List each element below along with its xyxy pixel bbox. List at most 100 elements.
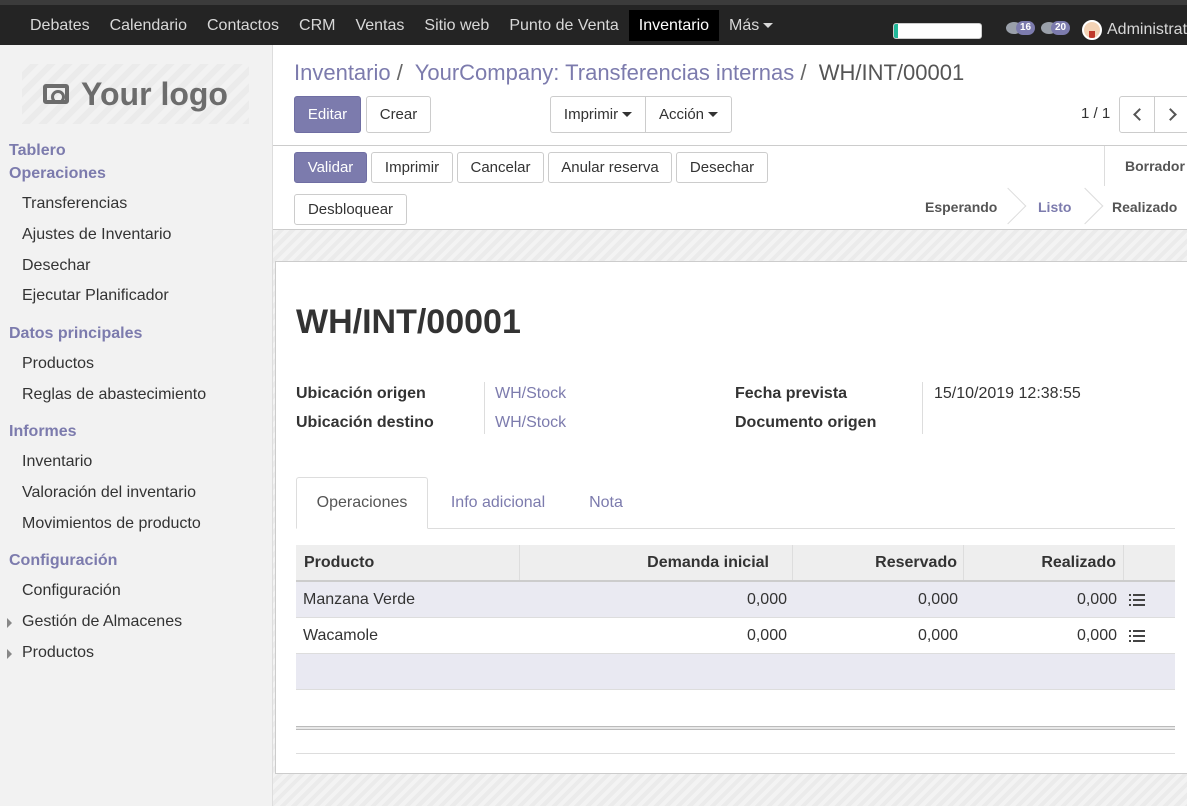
sidebar-item-configuracion[interactable]: Configuración [22,582,121,600]
row-done: 0,000 [1076,626,1117,644]
edit-button[interactable]: Editar [294,96,361,133]
field-divider [922,382,923,434]
sidebar-item-transferencias[interactable]: Transferencias [22,195,127,213]
pager-value[interactable]: 1 / 1 [1081,105,1110,122]
form-sheet: WH/INT/00001 Ubicación origen WH/Stock U… [275,261,1187,774]
print-dropdown-label: Imprimir [563,106,619,123]
stage-realizado[interactable]: Realizado [1112,199,1177,215]
sidebar-item-config-productos[interactable]: Productos [22,644,94,662]
chevron-right-icon [1163,108,1177,121]
sidebar-item-productos[interactable]: Productos [22,355,94,373]
divider [1104,146,1105,186]
tab-operaciones[interactable]: Operaciones [296,477,428,529]
dest-location-label: Ubicación destino [296,414,434,431]
sidebar-section-operaciones: Operaciones [9,165,106,182]
list-details-icon[interactable] [1129,630,1145,642]
breadcrumb-transferencias-internas[interactable]: YourCompany: Transferencias internas [415,60,795,85]
source-location-field[interactable]: WH/Stock [495,385,566,403]
sidebar-section-informes: Informes [9,423,77,440]
caret-down-icon [708,112,719,117]
source-location-label: Ubicación origen [296,385,426,402]
table-row[interactable]: Manzana Verde 0,000 0,000 0,000 [296,582,1175,618]
column-header-realizado[interactable]: Realizado [964,545,1124,580]
sidebar-item-movimientos[interactable]: Movimientos de producto [22,515,201,533]
messages-button[interactable]: 20 [1041,21,1071,35]
avatar[interactable] [1082,20,1102,40]
unlock-button[interactable]: Desbloquear [294,194,407,225]
messages-count: 20 [1051,21,1071,35]
scrap-button[interactable]: Desechar [676,152,768,183]
menu-inventario[interactable]: Inventario [628,10,720,41]
list-details-icon[interactable] [1129,594,1145,606]
menu-contactos[interactable]: Contactos [197,10,289,41]
empty-row [296,654,1175,690]
stage-esperando[interactable]: Esperando [925,199,997,215]
print-button[interactable]: Imprimir [371,152,453,183]
stage-listo[interactable]: Listo [1038,199,1071,215]
row-demand: 0,000 [746,590,787,608]
breadcrumb-current: WH/INT/00001 [818,60,965,85]
company-logo[interactable]: Your logo [22,64,249,124]
column-header-reservado[interactable]: Reservado [793,545,964,580]
menu-mas[interactable]: Más [719,10,783,41]
breadcrumb-inventario[interactable]: Inventario [294,60,391,85]
sidebar-item-gestion-almacenes[interactable]: Gestión de Almacenes [22,613,182,631]
sidebar-item-tablero[interactable]: Tablero [9,142,66,160]
sidebar-item-valoracion[interactable]: Valoración del inventario [22,484,196,502]
row-done: 0,000 [1076,590,1117,608]
caret-right-icon [7,649,12,659]
field-divider [484,382,485,434]
menu-punto-de-venta[interactable]: Punto de Venta [499,10,628,41]
caret-right-icon [7,618,12,628]
activities-count: 16 [1016,21,1036,35]
form-statusbar: Validar Imprimir Cancelar Anular reserva… [273,146,1187,230]
dest-location-field[interactable]: WH/Stock [495,414,566,432]
print-dropdown[interactable]: Imprimir [550,96,646,133]
row-demand: 0,000 [746,626,787,644]
camera-icon [43,84,70,104]
menu-sitio-web[interactable]: Sitio web [414,10,499,41]
table-footer [296,726,1175,730]
activities-button[interactable]: 16 [1006,21,1036,35]
user-menu[interactable]: Administrat [1107,21,1187,39]
row-product: Wacamole [303,626,378,644]
create-button[interactable]: Crear [366,96,431,133]
caret-down-icon [763,23,774,28]
validate-button[interactable]: Validar [294,152,367,183]
menu-debates[interactable]: Debates [20,10,100,41]
notebook-tabs: Operaciones Info adicional Nota [296,477,1175,529]
logo-text: Your logo [81,75,228,112]
scheduled-date-label: Fecha prevista [735,385,848,402]
table-row[interactable]: Wacamole 0,000 0,000 0,000 [296,618,1175,654]
table-header: Producto Demanda inicial Reservado Reali… [296,545,1175,582]
stage-borrador: Borrador [1125,158,1185,174]
sidebar-item-ejecutar-planificador[interactable]: Ejecutar Planificador [22,287,169,305]
top-navbar: Debates Calendario Contactos CRM Ventas … [0,0,1187,45]
menu-crm[interactable]: CRM [289,10,345,41]
menu-calendario[interactable]: Calendario [100,10,197,41]
tab-nota[interactable]: Nota [577,477,635,529]
action-dropdown[interactable]: Acción [645,96,732,133]
breadcrumb-separator: / [396,60,403,85]
cancel-button[interactable]: Cancelar [457,152,544,183]
onboarding-progress[interactable] [893,23,982,39]
sidebar-item-ajustes-inventario[interactable]: Ajustes de Inventario [22,226,171,244]
unreserve-button[interactable]: Anular reserva [548,152,672,183]
menu-mas-label: Más [729,16,760,34]
row-product: Manzana Verde [303,590,416,608]
tab-info-adicional[interactable]: Info adicional [439,477,557,529]
pager-next-button[interactable] [1154,96,1187,133]
sidebar-item-desechar[interactable]: Desechar [22,257,90,275]
stage-arrow [1066,187,1104,225]
sidebar-item-reglas-abastecimiento[interactable]: Reglas de abastecimiento [22,386,206,404]
scheduled-date-field[interactable]: 15/10/2019 12:38:55 [934,385,1081,403]
app-menu: Debates Calendario Contactos CRM Ventas … [20,10,783,45]
sidebar-item-inventario[interactable]: Inventario [22,453,92,471]
origin-label: Documento origen [735,414,877,431]
menu-ventas[interactable]: Ventas [345,10,414,41]
pager-previous-button[interactable] [1119,96,1155,133]
stage-arrow [989,187,1027,225]
column-header-producto[interactable]: Producto [296,545,520,580]
progress-fill [894,24,899,38]
column-header-demanda[interactable]: Demanda inicial [520,545,793,580]
